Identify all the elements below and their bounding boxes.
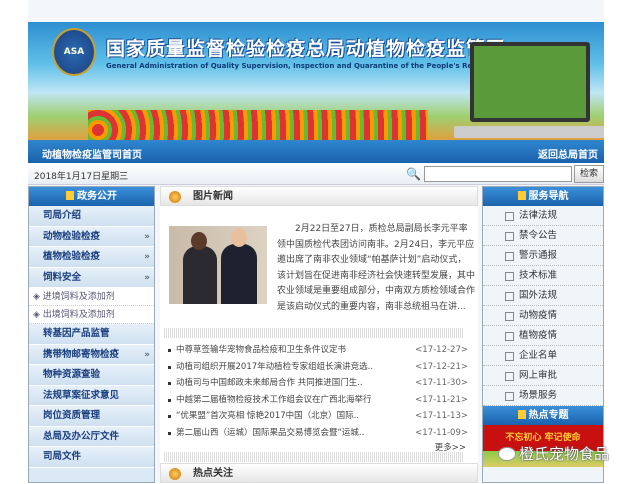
hot-header: 热点关注 [160, 463, 478, 483]
hot-topics-title: 热点专题 [483, 406, 603, 425]
service-item[interactable]: 警示通报 [483, 246, 603, 266]
service-item[interactable]: 国外法规 [483, 286, 603, 306]
sidebar-item[interactable]: 司局介绍 [29, 206, 154, 227]
search-icon: 🔍 [406, 167, 421, 181]
sidebar-title: 政务公开 [29, 187, 154, 206]
laptop-image [454, 42, 604, 138]
section-header: 图片新闻 [160, 186, 478, 206]
service-item[interactable]: 法律法规 [483, 206, 603, 226]
site-title: 国家质量监督检验检疫总局动植物检疫监管司 [106, 38, 507, 60]
service-item[interactable]: 植物疫情 [483, 326, 603, 346]
current-date: 2018年1月17日星期三 [34, 172, 129, 182]
news-item[interactable]: 中越第二届植物检疫技术工作组会议在广西北海举行 <17-11-21> [168, 392, 468, 409]
search-button[interactable]: 检索 [574, 165, 604, 183]
sidebar-item[interactable]: 法规草案征求意见 [29, 385, 154, 406]
news-list: 中尊草签输华宠物食品检疫和卫生条件议定书 <17-12-27> 动植司组织开展20… [168, 342, 468, 453]
service-item[interactable]: 动物疫情 [483, 306, 603, 326]
news-item[interactable]: “优果盟”首次亮相 惊艳2017中国（北京）国际.. <17-11-13> [168, 408, 468, 425]
news-item[interactable]: 动植司组织开展2017年动植检专家组组长演讲竞选.. <17-12-21> [168, 359, 468, 376]
sidebar-item[interactable]: 饲料安全» [29, 267, 154, 288]
chevron-down-icon: » [144, 349, 150, 360]
news-photo[interactable] [169, 226, 267, 304]
search-input[interactable] [424, 166, 572, 182]
folder-icon [66, 191, 74, 200]
service-item[interactable]: 禁令公告 [483, 226, 603, 246]
main-content: 图片新闻 2月22日至27日，质检总局副局长李元平率领中国质检代表团访问南非。2… [160, 186, 478, 483]
emblem-logo: ASA [52, 28, 96, 76]
service-item[interactable]: 技术标准 [483, 266, 603, 286]
site-subtitle: General Administration of Quality Superv… [106, 62, 532, 70]
chevron-down-icon: » [144, 231, 150, 242]
service-item[interactable]: 企业名单 [483, 346, 603, 366]
chevron-down-icon: » [144, 252, 150, 262]
left-sidebar: 政务公开 司局介绍 动物检验检疫» 植物检验检疫» 饲料安全» ◈ 进境饲料及添… [28, 186, 155, 483]
divider [164, 452, 464, 462]
news-item[interactable]: 第二届山西（运城）国际果品交易博览会暨“运城.. <17-11-09> [168, 425, 468, 442]
folder-icon [517, 410, 526, 419]
feature-text[interactable]: 2月22日至27日，质检总局副局长李元平率领中国质检代表团访问南非。2月24日，… [277, 222, 475, 315]
header-banner: ASA 国家质量监督检验检疫总局动植物检疫监管司 General Adminis… [28, 22, 604, 140]
sidebar-subitem[interactable]: ◈ 出境饲料及添加剂 [29, 306, 154, 324]
sidebar-item[interactable]: 岗位资质管理 [29, 406, 154, 427]
sidebar-item[interactable]: 物种资源查验 [29, 365, 154, 386]
service-item[interactable]: 场景服务 [483, 386, 603, 406]
bullet-icon [169, 191, 181, 203]
sidebar-item[interactable]: 动物检验检疫» [29, 226, 154, 247]
sidebar-item[interactable]: 植物检验检疫» [29, 247, 154, 268]
home-link[interactable]: 动植物检疫监管司首页 [42, 146, 142, 161]
sidebar-subitem[interactable]: ◈ 进境饲料及添加剂 [29, 288, 154, 306]
sidebar-item[interactable]: 司局文件 [29, 447, 154, 468]
watermark: 橙氏宠物食品 [498, 443, 609, 464]
sidebar-item[interactable]: 转基因产品监管 [29, 324, 154, 345]
chevron-down-icon: » [144, 272, 150, 283]
wechat-icon [498, 447, 516, 461]
back-home-link[interactable]: 返回总局首页 [538, 146, 598, 161]
divider [164, 328, 464, 338]
bullet-icon [169, 468, 181, 480]
page: ASA 国家质量监督检验检疫总局动植物检疫监管司 General Adminis… [28, 0, 604, 483]
news-item[interactable]: 动植司与中国邮政未来邮局合作 共同推进国门生.. <17-11-30> [168, 375, 468, 392]
folder-icon [517, 191, 526, 200]
date-bar: 2018年1月17日星期三 🔍 检索 [28, 163, 604, 185]
service-item[interactable]: 网上审批 [483, 366, 603, 386]
sidebar-item[interactable]: 总局及办公厅文件 [29, 426, 154, 447]
nav-bar: 动植物检疫监管司首页 返回总局首页 [28, 140, 604, 163]
fruit-image [88, 110, 428, 140]
right-sidebar: 服务导航 法律法规 禁令公告 警示通报 技术标准 国外法规 动物疫情 植物疫情 … [482, 186, 604, 483]
news-item[interactable]: 中尊草签输华宠物食品检疫和卫生条件议定书 <17-12-27> [168, 342, 468, 359]
sidebar-item[interactable]: 携带物邮寄物检疫» [29, 344, 154, 365]
service-nav-title: 服务导航 [483, 187, 603, 206]
